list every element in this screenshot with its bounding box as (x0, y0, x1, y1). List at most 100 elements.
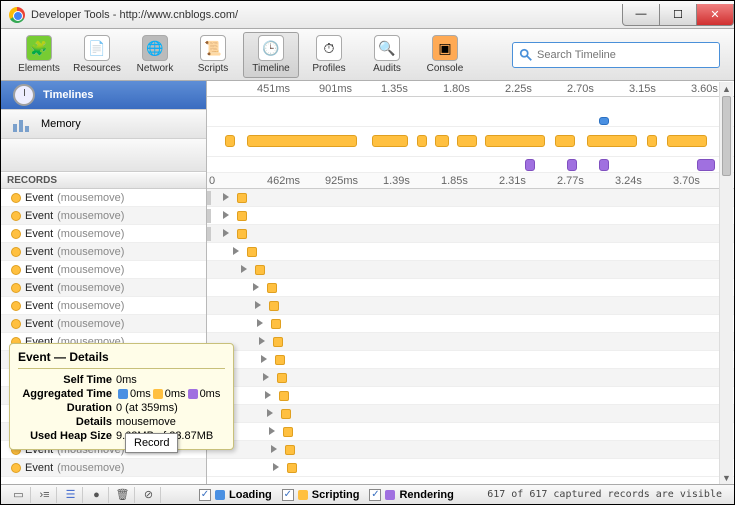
event-chip[interactable] (273, 337, 283, 347)
waterfall-row[interactable] (207, 225, 734, 243)
tooltip-title: Event — Details (18, 350, 225, 369)
waterfall-row[interactable] (207, 297, 734, 315)
waterfall-row[interactable] (207, 189, 734, 207)
record-row[interactable]: Event (mousemove) (1, 459, 206, 477)
dock-button[interactable]: ▭ (7, 487, 31, 503)
sidebar-item-label: Timelines (43, 89, 94, 101)
console-toggle[interactable]: ›≡ (33, 487, 57, 503)
sidebar-item-timelines[interactable]: Timelines (1, 81, 206, 110)
event-chip[interactable] (281, 409, 291, 419)
status-text: 617 of 617 captured records are visible (487, 489, 728, 500)
expand-icon[interactable] (223, 193, 229, 201)
legend-scripting[interactable]: ✓Scripting (282, 489, 360, 501)
window-title: Developer Tools - http://www.cnblogs.com… (31, 9, 238, 21)
waterfall-row[interactable] (207, 369, 734, 387)
waterfall-row[interactable] (207, 387, 734, 405)
waterfall-row[interactable] (207, 333, 734, 351)
expand-icon[interactable] (223, 211, 229, 219)
overview-lane-loading (207, 97, 734, 127)
expand-icon[interactable] (265, 391, 271, 399)
scripting-dot-icon (11, 301, 21, 311)
status-bar: ▭ ›≡ ☰ ● 🗑 ⊘ ✓Loading ✓Scripting ✓Renderin… (1, 484, 734, 504)
event-chip[interactable] (277, 373, 287, 383)
close-button[interactable]: ✕ (696, 4, 734, 26)
event-chip[interactable] (237, 193, 247, 203)
expand-icon[interactable] (257, 319, 263, 327)
record-row[interactable]: Event (mousemove) (1, 297, 206, 315)
expand-icon[interactable] (259, 337, 265, 345)
tab-profiles[interactable]: ⏱Profiles (301, 32, 357, 78)
search-input[interactable] (533, 49, 713, 61)
event-chip[interactable] (247, 247, 257, 257)
scripting-dot-icon (11, 211, 21, 221)
event-chip[interactable] (267, 283, 277, 293)
record-row[interactable]: Event (mousemove) (1, 279, 206, 297)
records-waterfall[interactable]: 0462ms925ms1.39s1.85s2.31s2.77s3.24s3.70… (207, 173, 734, 486)
event-chip[interactable] (279, 391, 289, 401)
waterfall-row[interactable] (207, 405, 734, 423)
event-chip[interactable] (255, 265, 265, 275)
window-titlebar: Developer Tools - http://www.cnblogs.com… (1, 1, 734, 29)
tab-resources[interactable]: 📄Resources (69, 32, 125, 78)
expand-icon[interactable] (261, 355, 267, 363)
record-row[interactable]: Event (mousemove) (1, 243, 206, 261)
event-chip[interactable] (271, 319, 281, 329)
event-chip[interactable] (275, 355, 285, 365)
tab-audits[interactable]: 🔍Audits (359, 32, 415, 78)
waterfall-row[interactable] (207, 207, 734, 225)
record-row[interactable]: Event (mousemove) (1, 261, 206, 279)
overview-pane[interactable]: 451ms901ms1.35s1.80s2.25s2.70s3.15s3.60s (207, 81, 734, 173)
event-chip[interactable] (237, 229, 247, 239)
minimize-button[interactable]: — (622, 4, 660, 26)
expand-icon[interactable] (255, 301, 261, 309)
record-button[interactable]: ● (85, 487, 109, 503)
tab-elements[interactable]: 🧩Elements (11, 32, 67, 78)
event-chip[interactable] (283, 427, 293, 437)
maximize-button[interactable]: ☐ (659, 4, 697, 26)
timeline-sidebar: Timelines Memory (1, 81, 207, 173)
record-row[interactable]: Event (mousemove) (1, 189, 206, 207)
clear-button[interactable]: 🗑 (111, 487, 135, 503)
scripting-dot-icon (11, 463, 21, 473)
record-row[interactable]: Event (mousemove) (1, 225, 206, 243)
scripting-dot-icon (11, 229, 21, 239)
waterfall-row[interactable] (207, 423, 734, 441)
legend-rendering[interactable]: ✓Rendering (369, 489, 453, 501)
overview-lane-rendering (207, 157, 734, 173)
expand-icon[interactable] (271, 445, 277, 453)
expand-icon[interactable] (233, 247, 239, 255)
record-row[interactable]: Event (mousemove) (1, 315, 206, 333)
event-chip[interactable] (285, 445, 295, 455)
tab-console[interactable]: ▣Console (417, 32, 473, 78)
legend-loading[interactable]: ✓Loading (199, 489, 272, 501)
expand-icon[interactable] (253, 283, 259, 291)
waterfall-row[interactable] (207, 441, 734, 459)
expand-icon[interactable] (223, 229, 229, 237)
bars-icon (13, 116, 33, 132)
waterfall-row[interactable] (207, 261, 734, 279)
tab-timeline[interactable]: 🕒Timeline (243, 32, 299, 78)
expand-icon[interactable] (241, 265, 247, 273)
waterfall-row[interactable] (207, 279, 734, 297)
vertical-scrollbar[interactable]: ▲ ▼ (719, 82, 733, 484)
sidebar-item-memory[interactable]: Memory (1, 110, 206, 139)
overview-lane-scripting (207, 127, 734, 157)
tab-network[interactable]: 🌐Network (127, 32, 183, 78)
record-row[interactable]: Event (mousemove) (1, 207, 206, 225)
event-chip[interactable] (287, 463, 297, 473)
waterfall-row[interactable] (207, 351, 734, 369)
waterfall-row[interactable] (207, 459, 734, 477)
expand-icon[interactable] (269, 427, 275, 435)
event-chip[interactable] (237, 211, 247, 221)
expand-icon[interactable] (263, 373, 269, 381)
waterfall-row[interactable] (207, 243, 734, 261)
expand-icon[interactable] (273, 463, 279, 471)
tab-scripts[interactable]: 📜Scripts (185, 32, 241, 78)
expand-icon[interactable] (267, 409, 273, 417)
event-chip[interactable] (269, 301, 279, 311)
list-view-button[interactable]: ☰ (59, 487, 83, 503)
filter-button[interactable]: ⊘ (137, 487, 161, 503)
waterfall-row[interactable] (207, 315, 734, 333)
search-box[interactable] (512, 42, 720, 68)
scrollbar-thumb[interactable] (722, 96, 731, 176)
